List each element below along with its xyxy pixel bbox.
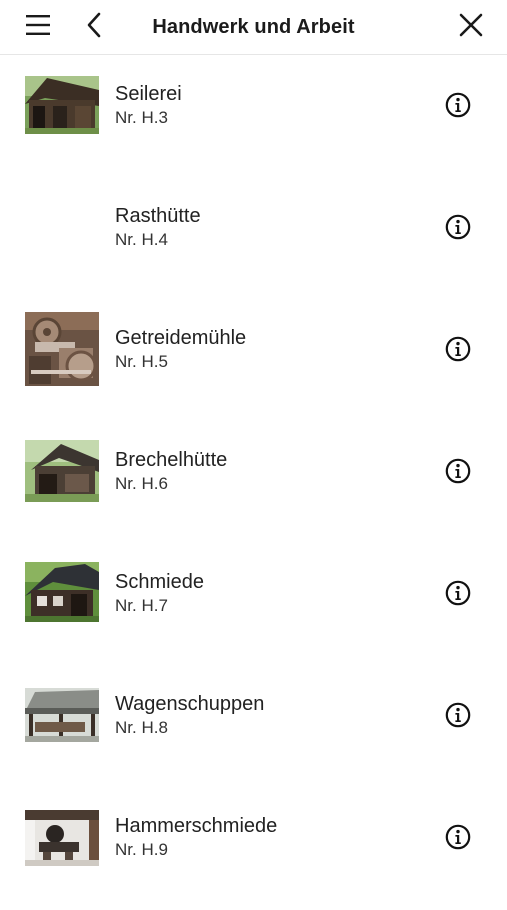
list-item[interactable]: Wagenschuppen Nr. H.8 [0, 666, 507, 788]
close-button[interactable] [449, 0, 493, 54]
mill-gears-thumbnail [25, 312, 99, 386]
hammer-forge-thumbnail [25, 810, 99, 866]
hut-thumbnail [25, 440, 99, 502]
list-item[interactable]: Getreidemühle Nr. H.5 [0, 300, 507, 422]
item-title: Rasthütte [115, 205, 201, 227]
list-item[interactable]: Rasthütte Nr. H.4 [0, 178, 507, 300]
close-icon [459, 13, 483, 42]
info-icon [445, 702, 471, 733]
info-button[interactable] [441, 90, 475, 124]
info-icon [445, 214, 471, 245]
item-number: Nr. H.9 [115, 840, 168, 859]
info-button[interactable] [441, 456, 475, 490]
info-button[interactable] [441, 822, 475, 856]
menu-button[interactable] [18, 0, 58, 54]
item-title: Wagenschuppen [115, 693, 265, 715]
item-number: Nr. H.6 [115, 474, 168, 493]
info-icon [445, 336, 471, 367]
item-number: Nr. H.3 [115, 108, 168, 127]
info-button[interactable] [441, 212, 475, 246]
wooden-barn-thumbnail [25, 76, 99, 134]
item-title: Schmiede [115, 571, 204, 593]
list-item[interactable]: Seilerei Nr. H.3 [0, 56, 507, 178]
item-title: Brechelhütte [115, 449, 228, 471]
item-number: Nr. H.5 [115, 352, 168, 371]
item-title: Getreidemühle [115, 327, 247, 349]
info-button[interactable] [441, 700, 475, 734]
info-icon [445, 92, 471, 123]
list-item[interactable]: Schmiede Nr. H.7 [0, 544, 507, 666]
back-button[interactable] [74, 0, 114, 54]
item-number: Nr. H.4 [115, 230, 168, 249]
nav-bar: Handwerk und Arbeit [0, 0, 507, 55]
info-icon [445, 580, 471, 611]
hamburger-menu-icon [26, 14, 50, 41]
chevron-left-icon [86, 12, 102, 43]
list-item[interactable]: Hammerschmiede Nr. H.9 [0, 788, 507, 910]
info-icon [445, 824, 471, 855]
info-button[interactable] [441, 334, 475, 368]
info-icon [445, 458, 471, 489]
item-title: Seilerei [115, 83, 182, 105]
page-title: Handwerk und Arbeit [152, 15, 355, 38]
forge-house-thumbnail [25, 562, 99, 622]
item-number: Nr. H.8 [115, 718, 168, 737]
item-number: Nr. H.7 [115, 596, 168, 615]
item-title: Hammerschmiede [115, 815, 278, 837]
info-button[interactable] [441, 578, 475, 612]
wagon-shed-thumbnail [25, 688, 99, 742]
list-item[interactable]: Brechelhütte Nr. H.6 [0, 422, 507, 544]
